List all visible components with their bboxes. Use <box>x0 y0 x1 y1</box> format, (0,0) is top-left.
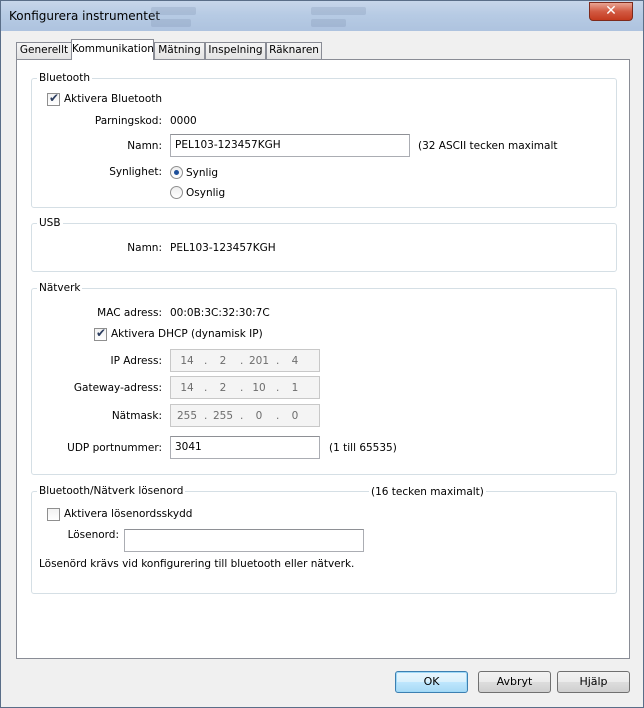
tab-panel-kommunikation: Bluetooth Aktivera Bluetooth Parningskod… <box>16 59 630 659</box>
bluetooth-group-title: Bluetooth <box>37 72 92 85</box>
password-group-title: Bluetooth/Nätverk lösenord <box>37 485 186 498</box>
gateway-octet: 10 <box>252 382 266 394</box>
ip-address-label: IP Adress: <box>110 355 162 367</box>
visibility-label: Synlighet: <box>109 166 162 178</box>
netmask-octet: 255 <box>212 410 234 422</box>
ip-octet: 14 <box>180 355 194 367</box>
invisible-label: Osynlig <box>186 187 226 199</box>
netmask-input[interactable]: 255 . 255 . 0 . 0 <box>170 404 320 427</box>
bt-name-hint: (32 ASCII tecken maximalt <box>418 140 558 152</box>
bt-name-input[interactable]: PEL103-123457KGH <box>170 134 410 157</box>
window-title: Konfigurera instrumentet <box>9 9 161 23</box>
pairing-code-label: Parningskod: <box>94 115 162 127</box>
title-bar[interactable]: Konfigurera instrumentet ✕ <box>1 1 643 31</box>
gateway-octet: 1 <box>291 382 299 394</box>
netmask-octet: 0 <box>255 410 263 422</box>
visible-label: Synlig <box>186 167 219 179</box>
gateway-label: Gateway-adress: <box>73 382 162 394</box>
ip-octet: 201 <box>248 355 270 367</box>
network-group: Nätverk MAC adress: 00:0B:3C:32:30:7C Ak… <box>31 282 617 475</box>
help-button[interactable]: Hjälp <box>557 671 630 693</box>
ip-address-input[interactable]: 14 . 2 . 201 . 4 <box>170 349 320 372</box>
pairing-code-value: 0000 <box>170 115 197 127</box>
netmask-octet: 0 <box>291 410 299 422</box>
mac-address-value: 00:0B:3C:32:30:7C <box>170 307 270 319</box>
password-input[interactable] <box>124 529 364 552</box>
tab-raknaren[interactable]: Räknaren <box>266 42 322 59</box>
close-button[interactable]: ✕ <box>589 2 633 21</box>
ip-octet: 2 <box>219 355 227 367</box>
enable-bluetooth-label: Aktivera Bluetooth <box>64 93 163 105</box>
usb-name-label: Namn: <box>127 242 162 254</box>
enable-password-label: Aktivera lösenordsskydd <box>64 508 193 520</box>
gateway-input[interactable]: 14 . 2 . 10 . 1 <box>170 376 320 399</box>
cancel-button[interactable]: Avbryt <box>478 671 551 693</box>
usb-group-title: USB <box>37 217 63 230</box>
bt-name-label: Namn: <box>127 140 162 152</box>
usb-name-value: PEL103-123457KGH <box>170 242 276 254</box>
usb-group: USB Namn: PEL103-123457KGH <box>31 217 617 272</box>
network-group-title: Nätverk <box>37 282 83 295</box>
netmask-label: Nätmask: <box>111 410 162 422</box>
bluetooth-group: Bluetooth Aktivera Bluetooth Parningskod… <box>31 72 617 208</box>
password-max-hint: (16 tecken maximalt) <box>369 485 486 499</box>
tab-kommunikation[interactable]: Kommunikation <box>71 39 154 60</box>
udp-port-label: UDP portnummer: <box>67 442 162 454</box>
password-group: Bluetooth/Nätverk lösenord (16 tecken ma… <box>31 485 617 594</box>
udp-port-hint: (1 till 65535) <box>329 442 397 454</box>
netmask-octet: 255 <box>176 410 198 422</box>
ip-octet: 4 <box>291 355 299 367</box>
tab-generellt[interactable]: Generellt <box>16 42 72 59</box>
ok-button[interactable]: OK <box>395 671 468 693</box>
mac-address-label: MAC adress: <box>97 307 162 319</box>
password-label: Lösenord: <box>67 529 119 541</box>
tab-matning[interactable]: Mätning <box>154 42 205 59</box>
invisible-radio[interactable] <box>170 186 183 199</box>
close-icon: ✕ <box>605 3 617 19</box>
enable-dhcp-checkbox[interactable] <box>94 326 107 341</box>
password-note: Lösenörd krävs vid konfigurering till bl… <box>39 558 355 570</box>
gateway-octet: 2 <box>219 382 227 394</box>
visible-radio[interactable] <box>170 166 183 179</box>
config-dialog: Konfigurera instrumentet ✕ Generellt Kom… <box>0 0 644 708</box>
gateway-octet: 14 <box>180 382 194 394</box>
udp-port-input[interactable]: 3041 <box>170 436 320 459</box>
enable-dhcp-label: Aktivera DHCP (dynamisk IP) <box>111 328 263 340</box>
enable-password-checkbox[interactable] <box>47 508 60 521</box>
tab-inspelning[interactable]: Inspelning <box>205 42 266 59</box>
enable-bluetooth-checkbox[interactable] <box>47 91 60 106</box>
